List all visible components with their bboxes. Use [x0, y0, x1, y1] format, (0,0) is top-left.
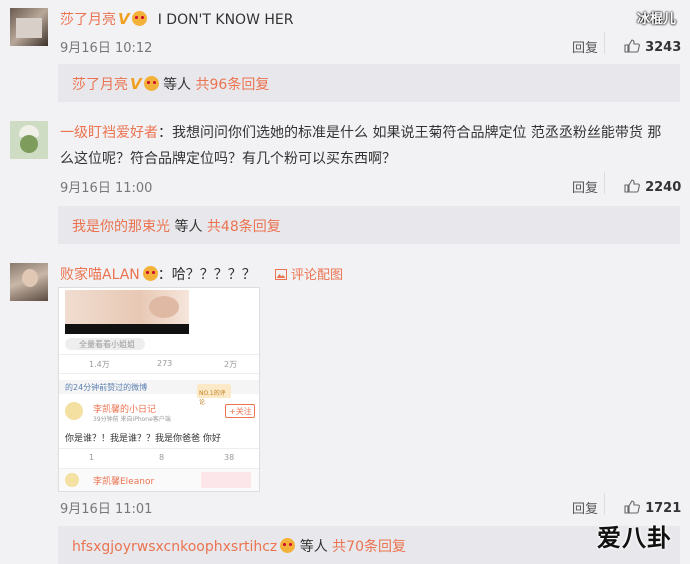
- sub-reply-summary[interactable]: hfsxgjoyrwsxcnkoophxsrtihcz 等人 共70条回复: [58, 526, 680, 564]
- divider: [604, 493, 605, 515]
- watermark-top: 冰棍儿: [636, 12, 676, 27]
- comment-text: 哈？？？？？: [171, 267, 256, 283]
- inner-stats-row: 1 8 38: [59, 448, 259, 465]
- sub-reply-summary[interactable]: 莎了月亮 V 等人 共96条回复: [58, 64, 680, 102]
- like-button[interactable]: 3243: [624, 36, 681, 55]
- comment-text-continued: 么这位呢？符合品牌定位吗？有几个粉可以买东西啊？: [60, 151, 396, 167]
- verified-icon: V: [130, 75, 142, 93]
- comment-image-link[interactable]: 评论配图: [274, 264, 343, 283]
- sub-reply-summary[interactable]: 我是你的那束光 等人 共48条回复: [58, 206, 680, 244]
- top-comment-badge: NO.1的评论: [197, 384, 231, 406]
- source-pill: 全量看看小姐姐: [65, 338, 145, 350]
- username-link[interactable]: 莎了月亮: [60, 12, 116, 28]
- reply-button[interactable]: 回复: [572, 177, 598, 196]
- thumbs-up-icon: [624, 39, 640, 53]
- inner-avatar: [65, 402, 83, 420]
- inner-footer: 李凯馨Eleanor: [59, 468, 259, 491]
- follow-button: +关注: [225, 404, 255, 418]
- like-count: 3243: [645, 40, 682, 55]
- username-link[interactable]: 一级盯裆爱好者: [60, 125, 158, 141]
- comment-header: 莎了月亮 V I DON'T KNOW HER: [60, 9, 293, 29]
- thumbs-up-icon: [624, 500, 640, 514]
- divider: [604, 32, 605, 54]
- member-emoji-icon: [280, 538, 296, 553]
- like-button[interactable]: 1721: [624, 497, 681, 516]
- redaction-bar: [65, 324, 189, 334]
- sub-reply-count-link[interactable]: 共48条回复: [207, 219, 281, 235]
- comment-header: 一级盯裆爱好者：我想问问你们选她的标准是什么 如果说王菊符合品牌定位 范丞丞粉丝…: [60, 125, 662, 141]
- sub-reply-user[interactable]: hfsxgjoyrwsxcnkoophxsrtihcz: [72, 539, 277, 555]
- thumbs-up-icon: [624, 179, 640, 193]
- comment-text: I DON'T KNOW HER: [157, 12, 294, 28]
- like-count: 2240: [645, 180, 682, 195]
- reply-button[interactable]: 回复: [572, 498, 598, 517]
- sub-reply-mid: 等人: [174, 219, 203, 235]
- comment-image[interactable]: 全量看看小姐姐 1.4万 273 2万 的24分钟前赞过的微博 NO.1的评论 …: [58, 287, 260, 492]
- sub-reply-mid: 等人: [163, 77, 192, 93]
- username-link[interactable]: 败家喵ALAN: [60, 267, 140, 283]
- member-emoji-icon: [131, 11, 147, 26]
- like-count: 1721: [645, 501, 682, 516]
- comment-text: 我想问问你们选她的标准是什么 如果说王菊符合品牌定位 范丞丞粉丝能带货 那: [172, 125, 662, 141]
- comment-time: 9月16日 10:12: [60, 41, 153, 56]
- sub-reply-count-link[interactable]: 共70条回复: [332, 539, 406, 555]
- sub-reply-count-link[interactable]: 共96条回复: [196, 77, 270, 93]
- sub-reply-user[interactable]: 莎了月亮: [72, 77, 128, 93]
- member-emoji-icon: [143, 76, 159, 91]
- inner-subline: 39分钟前 来自iPhone客户端: [93, 416, 171, 423]
- reply-button[interactable]: 回复: [572, 37, 598, 56]
- sub-reply-mid: 等人: [299, 539, 328, 555]
- inner-comment-text: 你是谁？！我是谁？？我是你爸爸 你好: [65, 434, 221, 444]
- watermark-bottom: 爱八卦: [597, 524, 672, 552]
- comment-time: 9月16日 11:00: [60, 181, 153, 196]
- avatar[interactable]: [10, 263, 48, 301]
- image-icon: [274, 269, 287, 280]
- avatar[interactable]: [10, 8, 48, 46]
- avatar[interactable]: [10, 121, 48, 159]
- like-button[interactable]: 2240: [624, 176, 681, 195]
- comment-header: 败家喵ALAN ：哈？？？？？ 评论配图: [60, 264, 343, 284]
- sub-reply-user[interactable]: 我是你的那束光: [72, 219, 170, 235]
- member-emoji-icon: [142, 266, 158, 281]
- stats-row: 1.4万 273 2万: [59, 354, 259, 374]
- comment-time: 9月16日 11:01: [60, 502, 153, 517]
- divider: [604, 172, 605, 194]
- verified-icon: V: [118, 10, 130, 28]
